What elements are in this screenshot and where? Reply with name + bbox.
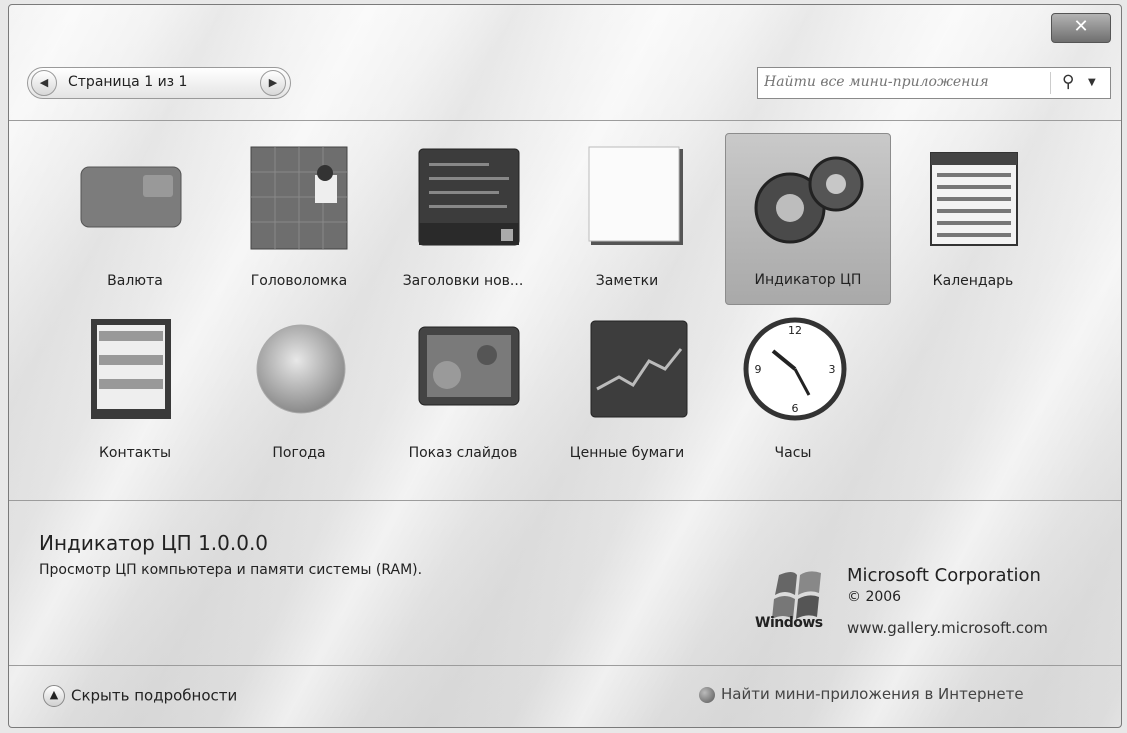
hide-details-button[interactable]: ▲ Скрыть подробности bbox=[43, 685, 237, 707]
contacts-icon bbox=[91, 319, 171, 419]
slideshow-icon bbox=[418, 326, 520, 406]
gadget-label: Контакты bbox=[98, 445, 172, 461]
stocks-icon bbox=[590, 320, 688, 418]
page-indicator: Страница 1 из 1 bbox=[68, 74, 188, 90]
gadget-gallery-window: ✕ ◀ Страница 1 из 1 ▶ ⚲ ▼ Валюта Головол… bbox=[8, 4, 1122, 728]
publisher: Microsoft Corporation bbox=[847, 565, 1041, 586]
gadget-tile-currency[interactable]: Валюта bbox=[53, 135, 217, 305]
windows-logo-text: Windows bbox=[755, 615, 823, 631]
search-input[interactable] bbox=[764, 74, 1044, 90]
search-icon[interactable]: ⚲ bbox=[1062, 72, 1074, 92]
chevron-left-icon[interactable]: ◀ bbox=[31, 70, 57, 96]
hide-details-label: Скрыть подробности bbox=[71, 686, 238, 705]
gadget-tile-weather[interactable]: Погода bbox=[217, 307, 381, 477]
gadget-tile-calendar[interactable]: Календарь bbox=[891, 135, 1055, 305]
gadget-tile-puzzle[interactable]: Головоломка bbox=[217, 135, 381, 305]
divider-top bbox=[9, 120, 1121, 121]
chevron-down-icon[interactable]: ▼ bbox=[1088, 77, 1096, 88]
notes-icon bbox=[588, 146, 683, 245]
gadget-description: Просмотр ЦП компьютера и памяти системы … bbox=[39, 562, 423, 578]
gadget-label: Показ слайдов bbox=[408, 445, 518, 461]
search-separator bbox=[1050, 72, 1051, 94]
chevron-up-icon: ▲ bbox=[43, 685, 65, 707]
svg-text:12: 12 bbox=[788, 324, 802, 337]
svg-text:3: 3 bbox=[829, 363, 836, 376]
page-navigator: ◀ Страница 1 из 1 ▶ bbox=[27, 67, 291, 99]
svg-text:9: 9 bbox=[755, 363, 762, 376]
gadget-label: Заметки bbox=[595, 273, 659, 289]
gadget-label: Погода bbox=[272, 445, 326, 461]
gadget-tile-stocks[interactable]: Ценные бумаги bbox=[545, 307, 709, 477]
gadget-tile-contacts[interactable]: Контакты bbox=[53, 307, 217, 477]
gadget-label: Головоломка bbox=[250, 273, 348, 289]
gadget-tile-clock[interactable]: 12 3 6 9 Часы bbox=[711, 307, 875, 477]
gadget-tile-notes[interactable]: Заметки bbox=[545, 135, 709, 305]
get-gadgets-online-label: Найти мини-приложения в Интернете bbox=[721, 685, 1024, 703]
cpu-meter-icon bbox=[754, 156, 864, 244]
weather-icon bbox=[256, 324, 346, 414]
publisher-website[interactable]: www.gallery.microsoft.com bbox=[847, 619, 1048, 637]
clock-icon: 12 3 6 9 bbox=[743, 317, 847, 421]
gadget-tile-cpu[interactable]: Индикатор ЦП bbox=[725, 133, 891, 305]
gadget-label: Календарь bbox=[932, 273, 1014, 289]
currency-icon bbox=[80, 166, 182, 228]
search-box: ⚲ ▼ bbox=[757, 67, 1111, 99]
divider-footer bbox=[9, 665, 1121, 666]
puzzle-icon bbox=[250, 146, 348, 250]
gadget-tile-slideshow[interactable]: Показ слайдов bbox=[381, 307, 545, 477]
gadget-label: Ценные бумаги bbox=[569, 445, 685, 461]
svg-text:6: 6 bbox=[792, 402, 799, 415]
get-gadgets-online-link[interactable]: Найти мини-приложения в Интернете bbox=[699, 685, 1024, 703]
gadget-label: Часы bbox=[774, 445, 812, 461]
chevron-right-icon[interactable]: ▶ bbox=[260, 70, 286, 96]
gadget-title: Индикатор ЦП 1.0.0.0 bbox=[39, 531, 269, 555]
gadget-tile-news[interactable]: Заголовки нов... bbox=[381, 135, 545, 305]
gadget-label: Заголовки нов... bbox=[402, 273, 524, 289]
close-button[interactable]: ✕ bbox=[1051, 13, 1111, 43]
calendar-icon bbox=[930, 152, 1018, 246]
copyright: © 2006 bbox=[847, 589, 902, 605]
globe-icon bbox=[699, 686, 715, 703]
gadget-label: Валюта bbox=[107, 273, 163, 289]
gadget-label: Индикатор ЦП bbox=[754, 272, 862, 288]
divider-details bbox=[9, 500, 1121, 501]
news-feed-icon bbox=[418, 148, 520, 246]
